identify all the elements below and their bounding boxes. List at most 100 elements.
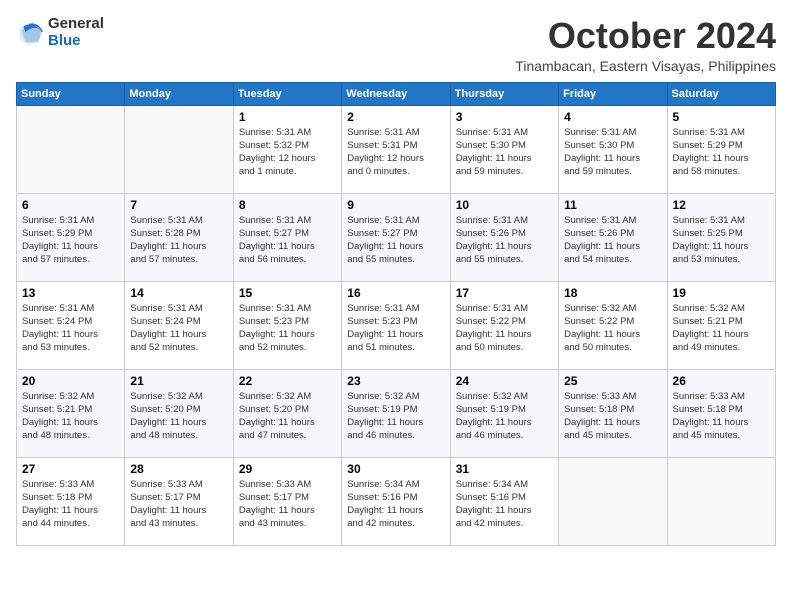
day-number: 29 <box>239 462 336 476</box>
day-content: Sunrise: 5:31 AMSunset: 5:24 PMDaylight:… <box>130 302 227 355</box>
day-content: Sunrise: 5:34 AMSunset: 5:16 PMDaylight:… <box>347 478 444 531</box>
calendar-cell <box>17 105 125 193</box>
week-row-3: 13 Sunrise: 5:31 AMSunset: 5:24 PMDayligh… <box>17 281 776 369</box>
day-number: 28 <box>130 462 227 476</box>
column-header-friday: Friday <box>559 82 667 105</box>
day-content: Sunrise: 5:33 AMSunset: 5:17 PMDaylight:… <box>130 478 227 531</box>
day-content: Sunrise: 5:31 AMSunset: 5:23 PMDaylight:… <box>239 302 336 355</box>
day-number: 10 <box>456 198 553 212</box>
column-header-tuesday: Tuesday <box>233 82 341 105</box>
calendar-cell: 6 Sunrise: 5:31 AMSunset: 5:29 PMDaylight… <box>17 193 125 281</box>
day-content: Sunrise: 5:31 AMSunset: 5:31 PMDaylight:… <box>347 126 444 179</box>
header-row: SundayMondayTuesdayWednesdayThursdayFrid… <box>17 82 776 105</box>
day-content: Sunrise: 5:31 AMSunset: 5:26 PMDaylight:… <box>456 214 553 267</box>
calendar-cell: 1 Sunrise: 5:31 AMSunset: 5:32 PMDaylight… <box>233 105 341 193</box>
calendar-cell: 22 Sunrise: 5:32 AMSunset: 5:20 PMDayligh… <box>233 369 341 457</box>
month-title: October 2024 <box>515 16 776 56</box>
day-content: Sunrise: 5:31 AMSunset: 5:27 PMDaylight:… <box>347 214 444 267</box>
calendar-cell <box>559 457 667 545</box>
day-content: Sunrise: 5:32 AMSunset: 5:19 PMDaylight:… <box>347 390 444 443</box>
day-content: Sunrise: 5:34 AMSunset: 5:16 PMDaylight:… <box>456 478 553 531</box>
column-header-saturday: Saturday <box>667 82 775 105</box>
calendar-cell: 10 Sunrise: 5:31 AMSunset: 5:26 PMDayligh… <box>450 193 558 281</box>
day-content: Sunrise: 5:32 AMSunset: 5:19 PMDaylight:… <box>456 390 553 443</box>
calendar-cell: 13Sunrise: 5:31 AMSunset: 5:24 PMDayligh… <box>17 281 125 369</box>
day-number: 23 <box>347 374 444 388</box>
day-number: 30 <box>347 462 444 476</box>
calendar-cell: 29 Sunrise: 5:33 AMSunset: 5:17 PMDayligh… <box>233 457 341 545</box>
calendar-cell: 7Sunrise: 5:31 AMSunset: 5:28 PMDaylight… <box>125 193 233 281</box>
day-content: Sunrise: 5:31 AMSunset: 5:30 PMDaylight:… <box>564 126 661 179</box>
day-number: 22 <box>239 374 336 388</box>
day-content: Sunrise: 5:33 AMSunset: 5:18 PMDaylight:… <box>673 390 770 443</box>
day-number: 4 <box>564 110 661 124</box>
week-row-2: 6 Sunrise: 5:31 AMSunset: 5:29 PMDaylight… <box>17 193 776 281</box>
day-content: Sunrise: 5:31 AMSunset: 5:29 PMDaylight:… <box>673 126 770 179</box>
calendar-cell: 14 Sunrise: 5:31 AMSunset: 5:24 PMDayligh… <box>125 281 233 369</box>
day-number: 11 <box>564 198 661 212</box>
logo-text: General Blue <box>48 16 104 49</box>
calendar-cell <box>125 105 233 193</box>
day-content: Sunrise: 5:31 AMSunset: 5:23 PMDaylight:… <box>347 302 444 355</box>
day-content: Sunrise: 5:31 AMSunset: 5:25 PMDaylight:… <box>673 214 770 267</box>
day-content: Sunrise: 5:31 AMSunset: 5:22 PMDaylight:… <box>456 302 553 355</box>
day-content: Sunrise: 5:31 AMSunset: 5:32 PMDaylight:… <box>239 126 336 179</box>
calendar-cell: 25Sunrise: 5:33 AMSunset: 5:18 PMDayligh… <box>559 369 667 457</box>
day-number: 8 <box>239 198 336 212</box>
day-content: Sunrise: 5:32 AMSunset: 5:20 PMDaylight:… <box>130 390 227 443</box>
logo-general: General <box>48 16 104 33</box>
calendar-cell: 30 Sunrise: 5:34 AMSunset: 5:16 PMDayligh… <box>342 457 450 545</box>
week-row-1: 1 Sunrise: 5:31 AMSunset: 5:32 PMDaylight… <box>17 105 776 193</box>
day-content: Sunrise: 5:32 AMSunset: 5:21 PMDaylight:… <box>22 390 119 443</box>
day-number: 24 <box>456 374 553 388</box>
calendar-cell: 27Sunrise: 5:33 AMSunset: 5:18 PMDayligh… <box>17 457 125 545</box>
calendar-cell: 15 Sunrise: 5:31 AMSunset: 5:23 PMDayligh… <box>233 281 341 369</box>
day-number: 6 <box>22 198 119 212</box>
day-number: 16 <box>347 286 444 300</box>
day-content: Sunrise: 5:31 AMSunset: 5:30 PMDaylight:… <box>456 126 553 179</box>
day-content: Sunrise: 5:31 AMSunset: 5:27 PMDaylight:… <box>239 214 336 267</box>
day-content: Sunrise: 5:33 AMSunset: 5:18 PMDaylight:… <box>22 478 119 531</box>
calendar-cell: 31 Sunrise: 5:34 AMSunset: 5:16 PMDayligh… <box>450 457 558 545</box>
calendar-cell: 26Sunrise: 5:33 AMSunset: 5:18 PMDayligh… <box>667 369 775 457</box>
calendar-cell: 23 Sunrise: 5:32 AMSunset: 5:19 PMDayligh… <box>342 369 450 457</box>
calendar-cell: 8 Sunrise: 5:31 AMSunset: 5:27 PMDaylight… <box>233 193 341 281</box>
day-number: 7 <box>130 198 227 212</box>
title-block: October 2024 Tinambacan, Eastern Visayas… <box>515 16 776 74</box>
day-content: Sunrise: 5:31 AMSunset: 5:29 PMDaylight:… <box>22 214 119 267</box>
logo-blue: Blue <box>48 33 104 50</box>
column-header-monday: Monday <box>125 82 233 105</box>
day-number: 14 <box>130 286 227 300</box>
calendar-cell: 21 Sunrise: 5:32 AMSunset: 5:20 PMDayligh… <box>125 369 233 457</box>
day-number: 21 <box>130 374 227 388</box>
calendar-cell: 12Sunrise: 5:31 AMSunset: 5:25 PMDayligh… <box>667 193 775 281</box>
day-number: 19 <box>673 286 770 300</box>
day-number: 1 <box>239 110 336 124</box>
day-number: 2 <box>347 110 444 124</box>
week-row-5: 27Sunrise: 5:33 AMSunset: 5:18 PMDayligh… <box>17 457 776 545</box>
location: Tinambacan, Eastern Visayas, Philippines <box>515 58 776 74</box>
day-number: 31 <box>456 462 553 476</box>
calendar-table: SundayMondayTuesdayWednesdayThursdayFrid… <box>16 82 776 546</box>
calendar-cell <box>667 457 775 545</box>
day-content: Sunrise: 5:32 AMSunset: 5:22 PMDaylight:… <box>564 302 661 355</box>
column-header-wednesday: Wednesday <box>342 82 450 105</box>
calendar-cell: 19 Sunrise: 5:32 AMSunset: 5:21 PMDayligh… <box>667 281 775 369</box>
calendar-cell: 28 Sunrise: 5:33 AMSunset: 5:17 PMDayligh… <box>125 457 233 545</box>
calendar-cell: 11Sunrise: 5:31 AMSunset: 5:26 PMDayligh… <box>559 193 667 281</box>
day-content: Sunrise: 5:33 AMSunset: 5:17 PMDaylight:… <box>239 478 336 531</box>
day-number: 20 <box>22 374 119 388</box>
calendar-cell: 9Sunrise: 5:31 AMSunset: 5:27 PMDaylight… <box>342 193 450 281</box>
day-content: Sunrise: 5:32 AMSunset: 5:21 PMDaylight:… <box>673 302 770 355</box>
day-content: Sunrise: 5:32 AMSunset: 5:20 PMDaylight:… <box>239 390 336 443</box>
day-number: 15 <box>239 286 336 300</box>
page-header: General Blue October 2024 Tinambacan, Ea… <box>16 16 776 74</box>
calendar-cell: 2 Sunrise: 5:31 AMSunset: 5:31 PMDaylight… <box>342 105 450 193</box>
logo-icon <box>16 19 44 47</box>
column-header-thursday: Thursday <box>450 82 558 105</box>
day-number: 13 <box>22 286 119 300</box>
calendar-cell: 17Sunrise: 5:31 AMSunset: 5:22 PMDayligh… <box>450 281 558 369</box>
calendar-cell: 24 Sunrise: 5:32 AMSunset: 5:19 PMDayligh… <box>450 369 558 457</box>
day-number: 18 <box>564 286 661 300</box>
calendar-cell: 3Sunrise: 5:31 AMSunset: 5:30 PMDaylight… <box>450 105 558 193</box>
